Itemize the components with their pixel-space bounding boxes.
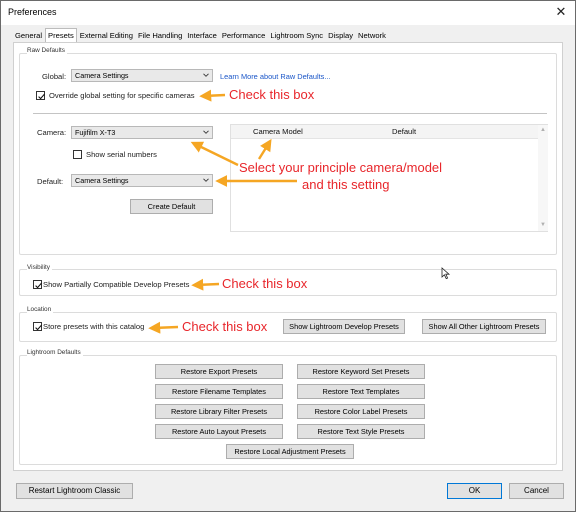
preferences-window: Preferences ✕ General Presets External E… [0, 0, 576, 512]
mouse-pointer-icon [441, 267, 451, 280]
annotation-check-override: Check this box [229, 87, 315, 102]
arrow-to-partial-presets [191, 278, 220, 291]
arrow-to-override [199, 89, 226, 102]
annotation-select-camera-line2: and this setting [302, 177, 390, 192]
annotation-arrows [148, 89, 297, 334]
annotation-check-store: Check this box [182, 319, 268, 334]
annotation-check-partial: Check this box [222, 276, 308, 291]
arrow-to-store-catalog [148, 321, 179, 334]
arrow-to-camera-model [257, 138, 272, 160]
arrow-to-camera-select [190, 141, 239, 167]
annotation-select-camera-line1: Select your principle camera/model [239, 160, 443, 175]
